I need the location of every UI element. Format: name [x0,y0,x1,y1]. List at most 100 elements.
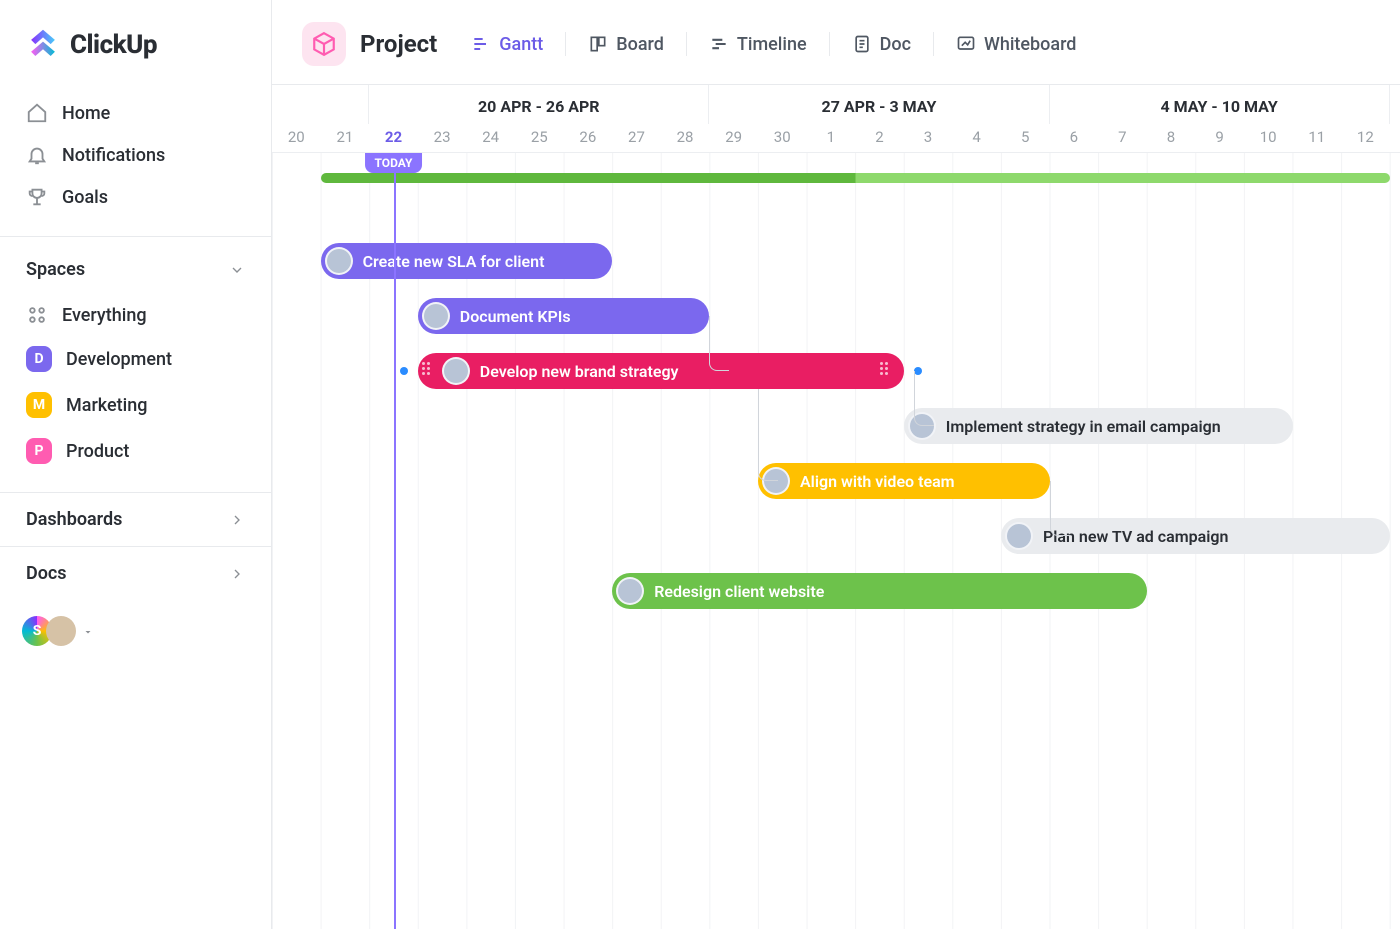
home-icon [26,102,48,124]
day-cell: 6 [1050,124,1099,152]
board-icon [588,34,608,54]
space-label: Product [66,441,129,462]
view-label: Timeline [737,34,807,55]
dependency-line [758,389,778,481]
sidebar-space-item[interactable]: M Marketing [16,382,255,428]
nav-goals[interactable]: Goals [14,176,257,218]
timeline-header: 20 APR - 26 APR27 APR - 3 MAY4 MAY - 10 … [272,84,1400,153]
sidebar-space-item[interactable]: PProduct [16,428,255,474]
dependency-dot[interactable] [400,367,408,375]
task-label: Plan new TV ad campaign [1043,527,1228,546]
day-cell: 23 [418,124,467,152]
day-cell: 8 [1147,124,1196,152]
chevron-down-icon [229,262,245,278]
task-label: Align with video team [800,472,955,491]
divider [933,32,934,56]
nav-label: Notifications [62,145,165,166]
day-cell: 10 [1244,124,1293,152]
spaces-section: Spaces Everything D Development M Marketing… [0,236,271,492]
user-area[interactable]: S [0,600,271,662]
day-cell: 11 [1292,124,1341,152]
drag-handle-icon[interactable] [880,362,890,380]
dependency-line [709,316,729,371]
caret-down-icon [82,623,98,639]
day-cell: 28 [661,124,710,152]
drag-handle-icon[interactable] [422,362,432,380]
logo-text: ClickUp [70,30,157,60]
range-cell [272,85,369,124]
doc-icon [852,34,872,54]
space-label: Everything [62,305,147,326]
task-label: Redesign client website [654,582,824,601]
project-cube-icon [302,22,346,66]
task-bar[interactable]: Create new SLA for client [321,243,613,279]
view-label: Board [616,34,664,55]
day-cell: 1 [807,124,856,152]
day-cell: 27 [612,124,661,152]
day-cell: 25 [515,124,564,152]
trophy-icon [26,186,48,208]
today-label: TODAY [365,153,423,173]
view-doc[interactable]: Doc [842,28,921,61]
range-cell: 4 MAY - 10 MAY [1050,85,1390,124]
space-label: Development [66,349,172,370]
task-bar[interactable]: Redesign client website [612,573,1147,609]
nav-home[interactable]: Home [14,92,257,134]
view-timeline[interactable]: Timeline [699,28,817,61]
timeline-icon [709,34,729,54]
gantt-area[interactable]: TODAY Create new SLA for client Document … [272,153,1400,929]
range-cell: 20 APR - 26 APR [369,85,709,124]
dependency-line [1050,481,1070,536]
day-cell: 30 [758,124,807,152]
docs-heading[interactable]: Docs [0,546,271,600]
view-board[interactable]: Board [578,28,674,61]
assignee-avatar [422,302,450,330]
summary-bar [321,173,1390,183]
space-everything[interactable]: Everything [16,294,255,336]
task-label: Create new SLA for client [363,252,545,271]
chevron-right-icon [229,566,245,582]
task-bar[interactable]: Implement strategy in email campaign [904,408,1293,444]
day-cell: 9 [1195,124,1244,152]
divider [686,32,687,56]
chevron-right-icon [229,512,245,528]
logo[interactable]: ClickUp [0,0,271,86]
nav-list: Home Notifications Goals [0,86,271,236]
view-label: Gantt [499,34,543,55]
space-badge: M [26,392,52,418]
dependency-line [914,371,934,426]
day-cell: 12 [1341,124,1390,152]
day-cell: 20 [272,124,321,152]
day-cell: 26 [564,124,613,152]
space-label: Marketing [66,395,147,416]
sidebar-space-item[interactable]: D Development [16,336,255,382]
day-cell: 24 [466,124,515,152]
divider [565,32,566,56]
space-badge: D [26,346,52,372]
task-bar[interactable]: Document KPIs [418,298,710,334]
task-bar[interactable]: Develop new brand strategy [418,353,904,389]
bell-icon [26,144,48,166]
assignee-avatar [616,577,644,605]
dashboards-heading[interactable]: Dashboards [0,492,271,546]
spaces-heading-label: Spaces [26,259,85,280]
day-cell: 2 [855,124,904,152]
app-root: ClickUp Home Notifications Goals Spaces [0,0,1400,929]
spaces-heading[interactable]: Spaces [16,255,255,294]
view-label: Doc [880,34,911,55]
nav-notifications[interactable]: Notifications [14,134,257,176]
day-cell: 29 [709,124,758,152]
day-cell: 4 [952,124,1001,152]
avatar-stack: S [22,616,76,646]
view-whiteboard[interactable]: Whiteboard [946,28,1086,61]
day-cell: 5 [1001,124,1050,152]
task-bar[interactable]: Align with video team [758,463,1050,499]
grid-icon [26,304,48,326]
nav-label: Home [62,103,110,124]
clickup-logo-icon [26,28,60,62]
view-label: Whiteboard [984,34,1076,55]
main: Project GanttBoardTimelineDocWhiteboard … [272,0,1400,929]
today-line [394,153,396,929]
assignee-avatar [442,357,470,385]
view-gantt[interactable]: Gantt [461,28,553,61]
